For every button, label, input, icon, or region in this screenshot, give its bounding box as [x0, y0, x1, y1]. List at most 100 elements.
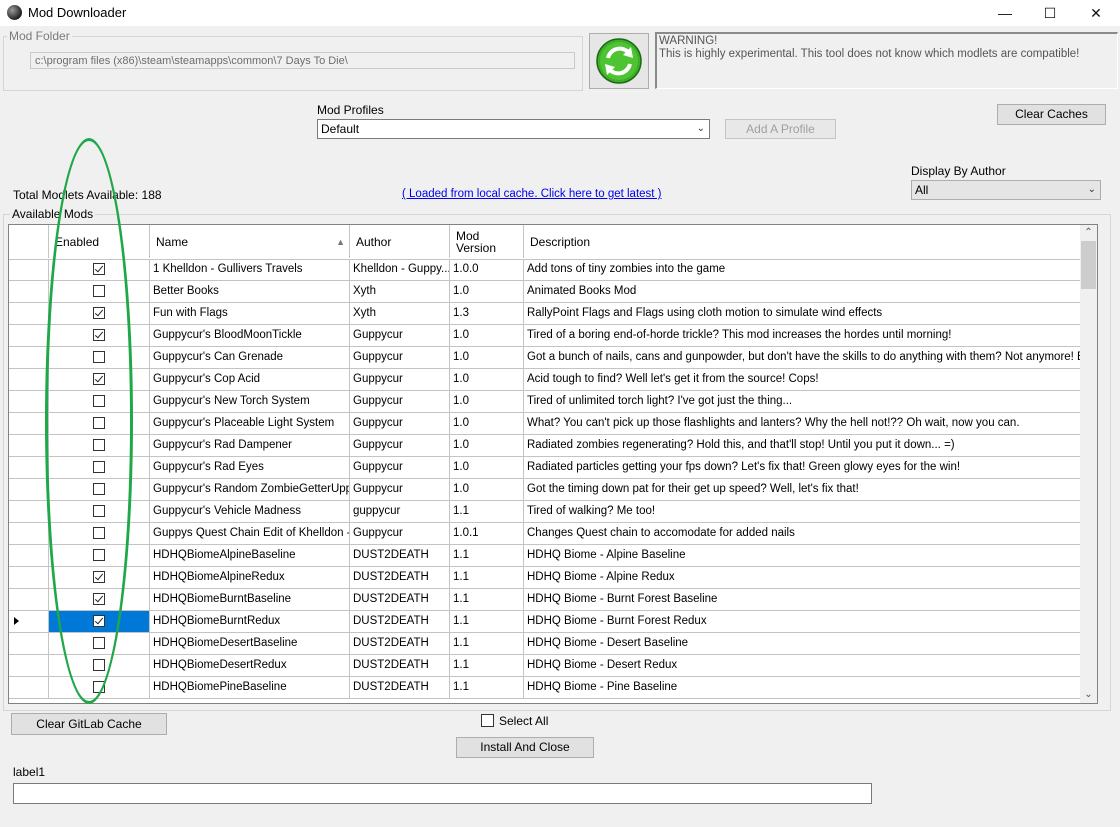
- clear-caches-button[interactable]: Clear Caches: [997, 104, 1106, 125]
- name-cell[interactable]: Guppycur's Rad Eyes: [150, 457, 350, 478]
- row-header[interactable]: [9, 281, 49, 302]
- author-cell[interactable]: DUST2DEATH: [350, 545, 450, 566]
- row-header[interactable]: [9, 545, 49, 566]
- name-cell[interactable]: Guppycur's Vehicle Madness: [150, 501, 350, 522]
- name-cell[interactable]: Guppycur's Random ZombieGetterUpper: [150, 479, 350, 500]
- enabled-checkbox[interactable]: [93, 593, 105, 605]
- name-cell[interactable]: HDHQBiomePineBaseline: [150, 677, 350, 698]
- description-cell[interactable]: Tired of a boring end-of-horde trickle? …: [524, 325, 1081, 346]
- name-cell[interactable]: 1 Khelldon - Gullivers Travels: [150, 259, 350, 280]
- name-cell[interactable]: HDHQBiomeDesertBaseline: [150, 633, 350, 654]
- name-cell[interactable]: Guppys Quest Chain Edit of Khelldon - ..…: [150, 523, 350, 544]
- row-header[interactable]: [9, 677, 49, 698]
- version-cell[interactable]: 1.1: [450, 677, 524, 698]
- vertical-scrollbar[interactable]: ⌃ ⌄: [1080, 225, 1097, 703]
- author-cell[interactable]: Xyth: [350, 281, 450, 302]
- maximize-button[interactable]: ☐: [1027, 0, 1073, 26]
- row-header[interactable]: [9, 347, 49, 368]
- enabled-checkbox[interactable]: [93, 329, 105, 341]
- table-row[interactable]: Guppycur's Cop Acid Guppycur 1.0 Acid tough…: [9, 369, 1081, 391]
- output-textbox[interactable]: [13, 783, 872, 804]
- enabled-checkbox[interactable]: [93, 549, 105, 561]
- row-header[interactable]: [9, 303, 49, 324]
- author-cell[interactable]: Guppycur: [350, 413, 450, 434]
- name-cell[interactable]: Guppycur's Can Grenade: [150, 347, 350, 368]
- row-header[interactable]: [9, 369, 49, 390]
- row-header[interactable]: [9, 501, 49, 522]
- scroll-up-icon[interactable]: ⌃: [1080, 225, 1097, 241]
- table-row[interactable]: HDHQBiomeAlpineBaseline DUST2DEATH 1.1 HDHQ…: [9, 545, 1081, 567]
- enabled-checkbox[interactable]: [93, 659, 105, 671]
- row-header[interactable]: [9, 457, 49, 478]
- enabled-checkbox[interactable]: [93, 461, 105, 473]
- name-cell[interactable]: Guppycur's New Torch System: [150, 391, 350, 412]
- description-cell[interactable]: What? You can't pick up those flashlight…: [524, 413, 1081, 434]
- description-cell[interactable]: HDHQ Biome - Burnt Forest Redux: [524, 611, 1081, 632]
- description-cell[interactable]: Acid tough to find? Well let's get it fr…: [524, 369, 1081, 390]
- row-header[interactable]: [9, 611, 49, 632]
- enabled-checkbox[interactable]: [93, 351, 105, 363]
- row-header[interactable]: [9, 413, 49, 434]
- name-cell[interactable]: Guppycur's Placeable Light System: [150, 413, 350, 434]
- version-cell[interactable]: 1.1: [450, 633, 524, 654]
- install-and-close-button[interactable]: Install And Close: [456, 737, 594, 758]
- description-cell[interactable]: Animated Books Mod: [524, 281, 1081, 302]
- table-row[interactable]: HDHQBiomeAlpineRedux DUST2DEATH 1.1 HDHQ Bi…: [9, 567, 1081, 589]
- author-cell[interactable]: DUST2DEATH: [350, 655, 450, 676]
- row-header[interactable]: [9, 655, 49, 676]
- table-row[interactable]: HDHQBiomeBurntRedux DUST2DEATH 1.1 HDHQ Bio…: [9, 611, 1081, 633]
- mod-folder-path[interactable]: c:\program files (x86)\steam\steamapps\c…: [30, 52, 575, 69]
- mods-grid[interactable]: Enabled Name ▲ Author Mod Version Descri…: [8, 224, 1098, 704]
- author-filter-select[interactable]: All ⌄: [911, 180, 1101, 200]
- author-cell[interactable]: Guppycur: [350, 369, 450, 390]
- version-cell[interactable]: 1.1: [450, 611, 524, 632]
- table-row[interactable]: Guppycur's Random ZombieGetterUpper Guppy…: [9, 479, 1081, 501]
- table-row[interactable]: HDHQBiomeBurntBaseline DUST2DEATH 1.1 HDHQ …: [9, 589, 1081, 611]
- version-cell[interactable]: 1.0.1: [450, 523, 524, 544]
- author-cell[interactable]: Guppycur: [350, 523, 450, 544]
- description-cell[interactable]: Add tons of tiny zombies into the game: [524, 259, 1081, 280]
- description-cell[interactable]: HDHQ Biome - Desert Baseline: [524, 633, 1081, 654]
- table-row[interactable]: Guppycur's Placeable Light System Guppycu…: [9, 413, 1081, 435]
- column-header-version[interactable]: Mod Version: [450, 225, 524, 258]
- column-header-description[interactable]: Description: [524, 225, 1081, 258]
- refresh-button[interactable]: [589, 33, 649, 89]
- name-cell[interactable]: Guppycur's Cop Acid: [150, 369, 350, 390]
- enabled-checkbox[interactable]: [93, 571, 105, 583]
- scroll-down-icon[interactable]: ⌄: [1080, 687, 1097, 703]
- row-header[interactable]: [9, 589, 49, 610]
- description-cell[interactable]: Changes Quest chain to accomodate for ad…: [524, 523, 1081, 544]
- name-cell[interactable]: HDHQBiomeAlpineRedux: [150, 567, 350, 588]
- column-header-enabled[interactable]: Enabled: [49, 225, 150, 258]
- enabled-checkbox[interactable]: [93, 395, 105, 407]
- enabled-checkbox[interactable]: [93, 505, 105, 517]
- description-cell[interactable]: Got a bunch of nails, cans and gunpowder…: [524, 347, 1081, 368]
- select-all-checkbox[interactable]: [481, 714, 494, 727]
- table-row[interactable]: Guppycur's Can Grenade Guppycur 1.0 Got a b…: [9, 347, 1081, 369]
- description-cell[interactable]: Radiated particles getting your fps down…: [524, 457, 1081, 478]
- scrollbar-thumb[interactable]: [1081, 241, 1096, 289]
- author-cell[interactable]: DUST2DEATH: [350, 633, 450, 654]
- table-row[interactable]: Fun with Flags Xyth 1.3 RallyPoint Flags an…: [9, 303, 1081, 325]
- version-cell[interactable]: 1.0: [450, 347, 524, 368]
- row-header[interactable]: [9, 633, 49, 654]
- table-row[interactable]: 1 Khelldon - Gullivers Travels Khelldon -…: [9, 259, 1081, 281]
- author-cell[interactable]: Xyth: [350, 303, 450, 324]
- row-header[interactable]: [9, 567, 49, 588]
- name-cell[interactable]: Fun with Flags: [150, 303, 350, 324]
- version-cell[interactable]: 1.3: [450, 303, 524, 324]
- enabled-checkbox[interactable]: [93, 681, 105, 693]
- version-cell[interactable]: 1.0: [450, 435, 524, 456]
- version-cell[interactable]: 1.0: [450, 325, 524, 346]
- version-cell[interactable]: 1.0: [450, 369, 524, 390]
- column-header-author[interactable]: Author: [350, 225, 450, 258]
- description-cell[interactable]: Got the timing down pat for their get up…: [524, 479, 1081, 500]
- name-cell[interactable]: HDHQBiomeDesertRedux: [150, 655, 350, 676]
- table-row[interactable]: Guppycur's BloodMoonTickle Guppycur 1.0 Tir…: [9, 325, 1081, 347]
- version-cell[interactable]: 1.0.0: [450, 259, 524, 280]
- enabled-checkbox[interactable]: [93, 637, 105, 649]
- author-cell[interactable]: Guppycur: [350, 457, 450, 478]
- author-cell[interactable]: Guppycur: [350, 435, 450, 456]
- row-header[interactable]: [9, 259, 49, 280]
- enabled-checkbox[interactable]: [93, 483, 105, 495]
